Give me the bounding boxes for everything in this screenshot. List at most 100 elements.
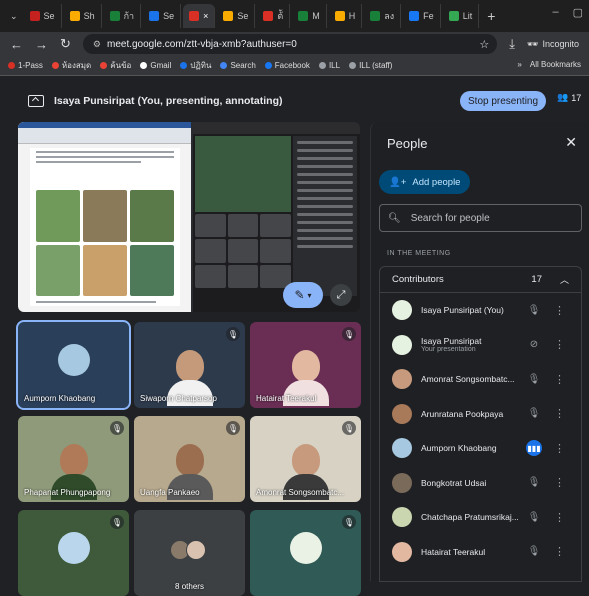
bookmark-star-icon[interactable]: ☆ [479, 38, 489, 51]
bookmark-item[interactable]: ปฏิทิน [180, 59, 211, 72]
maximize-icon[interactable]: ▢ [573, 6, 583, 19]
more-options-icon[interactable]: ⋮ [554, 476, 565, 489]
bookmark-item[interactable]: Gmail [140, 61, 171, 70]
site-settings-icon[interactable]: ⚙ [93, 39, 101, 50]
person-row[interactable]: Isaya Punsiripat Your presentation ⊘ ⋮ [380, 328, 581, 363]
person-avatar [392, 369, 412, 390]
browser-tab[interactable]: × [183, 4, 216, 28]
more-options-icon[interactable]: ⋮ [554, 338, 565, 351]
participant-tile[interactable]: 🎙︎ Phapanat Phungpapong [18, 416, 129, 502]
participant-tile[interactable]: 🎙︎ Uangfa Pankaeo [134, 416, 245, 502]
person-text: Aumporn Khaobang [421, 443, 525, 453]
browser-tab[interactable]: H [329, 4, 363, 28]
mic-active-icon[interactable]: ▮▮▮ [526, 440, 542, 457]
all-bookmarks-button[interactable]: All Bookmarks [530, 60, 581, 69]
mic-off-icon[interactable]: 🎙︎ [526, 302, 542, 318]
person-row[interactable]: Arunratana Pookpaya 🎙︎ ⋮ [380, 397, 581, 432]
contributors-label: Contributors [392, 274, 444, 285]
search-people-input[interactable]: 🔍︎ Search for people [379, 204, 582, 232]
bookmark-item[interactable]: ILL (staff) [349, 61, 392, 70]
annotate-button[interactable]: ✎ ▾ [283, 282, 323, 308]
browser-tab[interactable]: ก้า [104, 4, 142, 28]
more-bookmarks-button[interactable]: » [517, 60, 521, 69]
mic-off-icon[interactable]: 🎙︎ [526, 371, 542, 387]
person-avatar [392, 438, 412, 459]
bookmark-item[interactable]: Search [220, 61, 256, 70]
stop-presenting-button[interactable]: Stop presenting [460, 91, 547, 111]
browser-tab[interactable]: Se [143, 4, 182, 28]
more-options-icon[interactable]: ⋮ [554, 442, 565, 455]
person-row[interactable]: Bongkotrat Udsai 🎙︎ ⋮ [380, 466, 581, 501]
close-icon[interactable]: ✕ [565, 134, 577, 151]
tab-search-chevron-icon[interactable]: ⌄ [10, 11, 18, 22]
more-options-icon[interactable]: ⋮ [554, 304, 565, 317]
bookmark-label: Facebook [274, 61, 310, 70]
add-people-button[interactable]: 👤+ Add people [379, 170, 471, 194]
person-avatar [392, 541, 412, 562]
tab-favicon-icon [334, 11, 345, 21]
search-placeholder: Search for people [410, 212, 490, 224]
back-icon[interactable]: ← [10, 37, 23, 52]
contributors-header[interactable]: Contributors 17 ︿ [380, 267, 581, 293]
bookmark-item[interactable]: Facebook [264, 61, 310, 70]
mic-off-icon[interactable]: 🎙︎ [526, 475, 542, 491]
bookmark-label: Gmail [150, 61, 172, 70]
more-options-icon[interactable]: ⋮ [554, 511, 565, 524]
browser-tab[interactable]: Lit [443, 4, 480, 28]
person-avatar [392, 300, 412, 321]
person-row[interactable]: Aumporn Khaobang ▮▮▮ ⋮ [380, 431, 581, 466]
person-avatar [392, 334, 412, 355]
tab-favicon-icon [298, 11, 309, 21]
browser-tab[interactable]: Fe [403, 4, 441, 28]
browser-tab[interactable]: Se [217, 4, 256, 28]
expand-icon[interactable]: ⤢ [330, 284, 352, 306]
browser-tab[interactable]: M [292, 4, 327, 28]
more-options-icon[interactable]: ⋮ [554, 545, 565, 558]
person-row[interactable]: Isaya Punsiripat (You) 🎙︎ ⋮ [380, 293, 581, 328]
browser-tab[interactable]: Se [24, 4, 62, 28]
bookmark-item[interactable]: ILL [318, 61, 340, 70]
person-text: Isaya Punsiripat Your presentation [421, 336, 525, 353]
tab-favicon-icon [189, 11, 200, 21]
bookmark-item[interactable]: 1-Pass [8, 61, 43, 70]
participant-tile[interactable]: 🎙︎ Siwaporn Chatparsop [134, 322, 245, 408]
bookmark-favicon-icon [264, 62, 272, 69]
tab-label: Se [237, 11, 249, 21]
more-options-icon[interactable]: ⋮ [554, 407, 565, 420]
presentation-muted-icon[interactable]: ⊘ [526, 337, 542, 353]
people-icon: 👥 [557, 92, 569, 102]
new-tab-button[interactable]: + [481, 8, 501, 24]
person-row[interactable]: Hatairat Teerakul 🎙︎ ⋮ [380, 535, 581, 570]
minimize-icon[interactable]: – [552, 6, 558, 19]
tab-label: ลง [384, 11, 395, 21]
participants-button[interactable]: 👥 17 [557, 92, 581, 103]
url-bar[interactable]: ⚙ meet.google.com/ztt-vbja-xmb?authuser=… [82, 34, 498, 54]
person-row[interactable]: Chatchapa Pratumsrikaj... 🎙︎ ⋮ [380, 500, 581, 535]
chevron-down-icon: ▾ [307, 290, 312, 300]
browser-tab[interactable]: ต้ั [257, 4, 291, 28]
bookmark-label: ห้องสมุด [61, 61, 92, 70]
more-options-icon[interactable]: ⋮ [554, 373, 565, 386]
bookmark-item[interactable]: ห้องสมุด [51, 59, 92, 72]
person-text: Hatairat Teerakul [421, 547, 525, 557]
reload-icon[interactable]: ↻ [60, 36, 71, 52]
participant-tile[interactable]: 8 others [134, 510, 245, 596]
browser-tab[interactable]: ลง [364, 4, 402, 28]
forward-icon[interactable]: → [35, 37, 48, 52]
download-icon[interactable]: ⤓ [509, 36, 515, 52]
bookmark-label: ILL (staff) [359, 61, 393, 70]
tab-label: Fe [423, 11, 434, 21]
participant-tile[interactable]: 🎙︎ Amonrat Songsombatc... [250, 416, 361, 502]
participant-tile[interactable]: 🎙︎ [250, 510, 361, 596]
bookmark-item[interactable]: ค้นข้อ [100, 59, 131, 72]
mic-off-icon[interactable]: 🎙︎ [526, 544, 542, 560]
person-row[interactable]: Amonrat Songsombatc... 🎙︎ ⋮ [380, 362, 581, 397]
incognito-indicator[interactable]: 🕶 Incognito [527, 39, 579, 50]
participant-tile[interactable]: Aumporn Khaobang [16, 320, 131, 410]
participant-tile[interactable]: 🎙︎ [18, 510, 129, 596]
mic-off-icon[interactable]: 🎙︎ [526, 509, 542, 525]
browser-tab[interactable]: Sh [64, 4, 102, 28]
person-avatar [392, 472, 412, 493]
participant-tile[interactable]: 🎙︎ Hatairat Teerakul [250, 322, 361, 408]
mic-off-icon[interactable]: 🎙︎ [526, 406, 542, 422]
